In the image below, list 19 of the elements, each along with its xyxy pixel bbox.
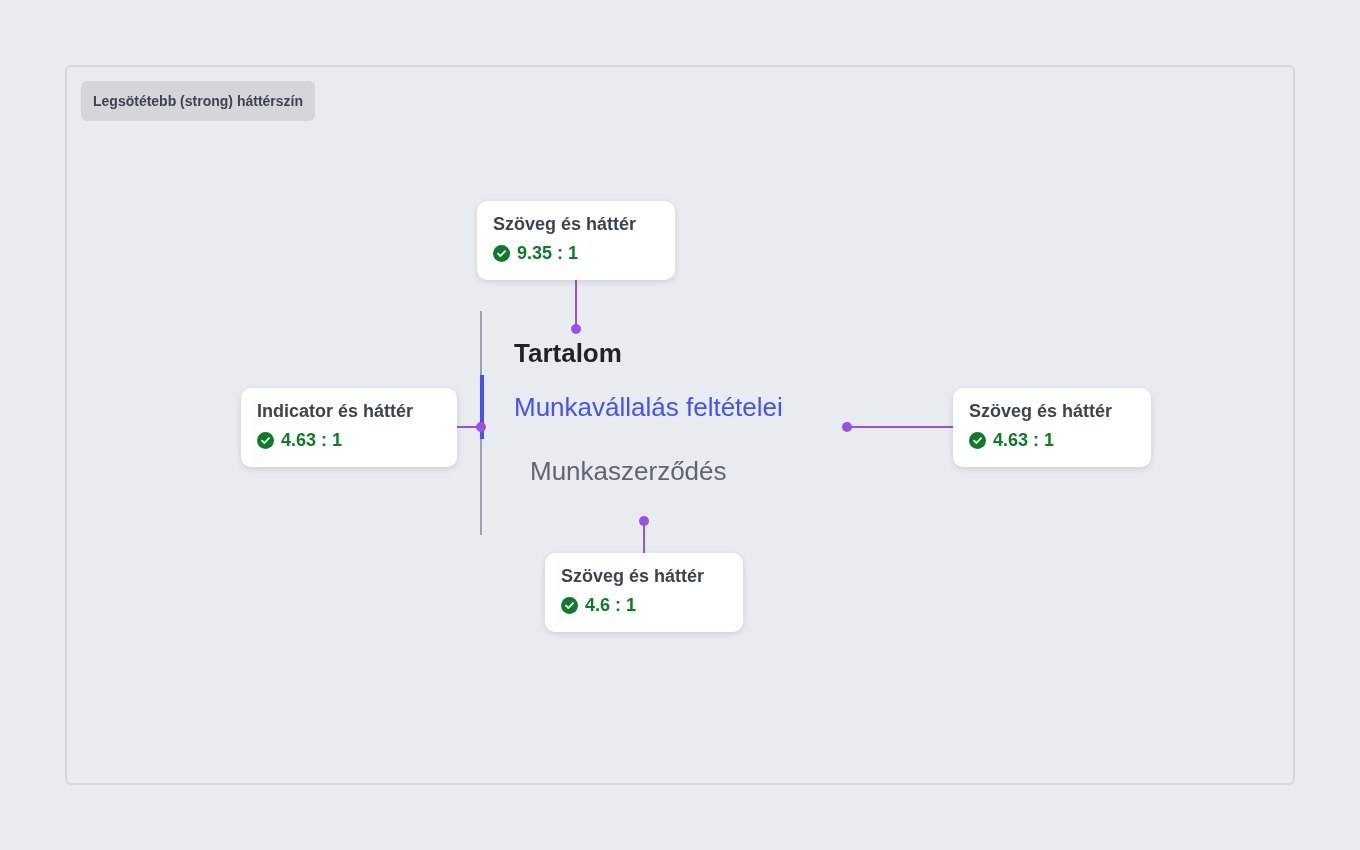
annotation-title: Szöveg és háttér	[969, 401, 1114, 422]
check-icon	[493, 245, 510, 262]
toc-heading: Tartalom	[514, 337, 623, 370]
toc-link[interactable]: Munkavállalás feltételei	[514, 391, 783, 423]
contrast-ratio: 9.35 : 1	[517, 243, 579, 264]
check-icon	[561, 597, 578, 614]
contrast-ratio: 4.63 : 1	[281, 430, 343, 451]
annotation-title: Szöveg és háttér	[561, 566, 706, 587]
check-icon	[969, 432, 986, 449]
leader-line	[639, 516, 649, 554]
annotation-title: Indicator és háttér	[257, 401, 415, 422]
leader-line	[456, 422, 486, 432]
annotation-title: Szöveg és háttér	[493, 214, 638, 235]
leader-line	[571, 279, 581, 334]
check-icon	[257, 432, 274, 449]
contrast-ratio: 4.63 : 1	[993, 430, 1055, 451]
contrast-ratio: 4.6 : 1	[585, 595, 637, 616]
toc-link[interactable]: Munkaszerződés	[530, 455, 727, 487]
frame-label: Legsötétebb (strong) háttérszín	[81, 81, 315, 121]
